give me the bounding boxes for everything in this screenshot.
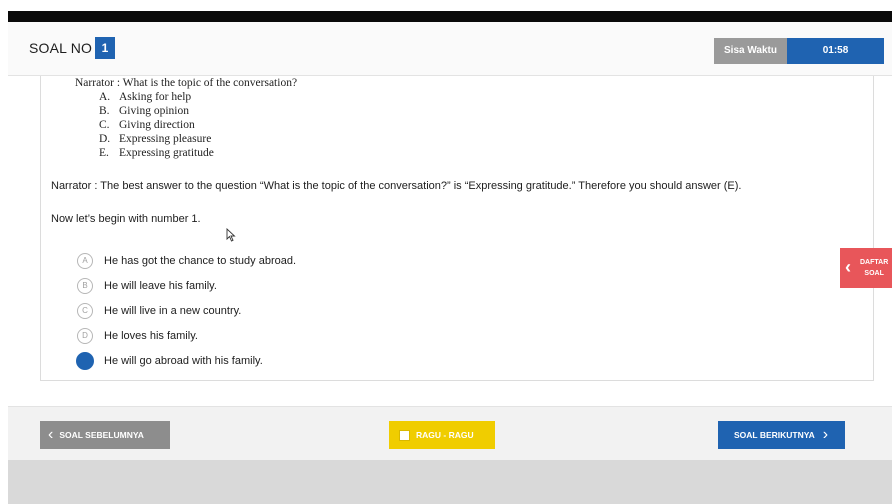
option-text: Asking for help: [119, 91, 192, 103]
chevron-left-icon: ‹: [845, 257, 851, 277]
chevron-right-icon: ›: [822, 426, 829, 443]
option-letter: D.: [99, 133, 111, 145]
narrator-example: Narrator : What is the topic of the conv…: [75, 76, 297, 160]
content-area: Narrator : What is the topic of the conv…: [8, 76, 892, 406]
prev-question-button[interactable]: ‹ SOAL SEBELUMNYA: [40, 421, 170, 449]
ragu-ragu-button[interactable]: RAGU - RAGU: [389, 421, 495, 449]
radio-d[interactable]: D: [77, 327, 93, 344]
chevron-left-icon: ‹: [48, 426, 54, 443]
footer-nav: ‹ SOAL SEBELUMNYA RAGU - RAGU SOAL BERIK…: [8, 406, 892, 460]
answer-option-b[interactable]: B He will leave his family.: [77, 273, 296, 298]
option-text: Expressing gratitude: [119, 147, 214, 159]
option-text: Giving direction: [119, 119, 195, 131]
daftar-soal-label: DAFTAR SOAL: [860, 257, 888, 279]
question-card: Narrator : What is the topic of the conv…: [40, 76, 874, 381]
mouse-cursor-icon: [226, 228, 236, 242]
soal-label: SOAL NO: [29, 40, 93, 56]
option-letter: E.: [99, 147, 109, 159]
narrator-options: A. Asking for help B. Giving opinion C. Giv…: [99, 90, 297, 160]
daftar-soal-tab[interactable]: ‹ DAFTAR SOAL: [840, 248, 892, 288]
explanation-text: Narrator : The best answer to the questi…: [51, 180, 742, 192]
answer-option-a[interactable]: A He has got the chance to study abroad.: [77, 248, 296, 273]
option-text: Expressing pleasure: [119, 133, 212, 145]
narrator-option: A. Asking for help: [99, 90, 297, 104]
narrator-question: Narrator : What is the topic of the conv…: [75, 77, 298, 89]
option-letter: A.: [99, 91, 111, 103]
radio-e-selected[interactable]: E: [76, 351, 94, 370]
radio-a[interactable]: A: [77, 252, 93, 269]
answer-option-c[interactable]: C He will live in a new country.: [77, 298, 296, 323]
prev-label: SOAL SEBELUMNYA: [59, 430, 144, 440]
narrator-option: E. Expressing gratitude: [99, 146, 297, 160]
answer-option-d[interactable]: D He loves his family.: [77, 323, 296, 348]
answer-text: He will leave his family.: [104, 279, 217, 292]
timer-value: 01:58: [787, 38, 884, 64]
option-letter: C.: [99, 119, 110, 131]
checkbox-icon[interactable]: [399, 429, 410, 441]
answer-text: He loves his family.: [104, 329, 198, 342]
soal-number-badge: 1: [95, 37, 115, 59]
narrator-option: B. Giving opinion: [99, 104, 297, 118]
header: SOAL NO 1 Sisa Waktu 01:58: [8, 22, 892, 76]
answer-options: A He has got the chance to study abroad.…: [76, 248, 296, 373]
answer-text: He will go abroad with his family.: [104, 354, 263, 367]
daftar-line1: DAFTAR: [860, 259, 889, 266]
top-bar: [0, 0, 892, 22]
exam-screen: SOAL NO 1 Sisa Waktu 01:58 Narrator : Wh…: [0, 0, 892, 504]
answer-text: He will live in a new country.: [104, 304, 242, 317]
top-black-bar: [8, 11, 892, 22]
daftar-line2: SOAL: [864, 270, 884, 277]
narrator-option: C. Giving direction: [99, 118, 297, 132]
radio-c[interactable]: C: [77, 302, 93, 319]
ragu-label: RAGU - RAGU: [416, 430, 474, 440]
radio-b[interactable]: B: [77, 277, 93, 294]
answer-text: He has got the chance to study abroad.: [104, 254, 297, 267]
option-letter: B.: [99, 105, 110, 117]
timer-label: Sisa Waktu: [714, 38, 787, 64]
next-question-button[interactable]: SOAL BERIKUTNYA ›: [718, 421, 845, 449]
next-label: SOAL BERIKUTNYA: [734, 430, 815, 440]
bottom-strip: [8, 460, 892, 504]
option-text: Giving opinion: [119, 105, 189, 117]
answer-option-e[interactable]: E He will go abroad with his family.: [76, 348, 296, 373]
narrator-option: D. Expressing pleasure: [99, 132, 297, 146]
begin-text: Now let’s begin with number 1.: [51, 213, 201, 225]
